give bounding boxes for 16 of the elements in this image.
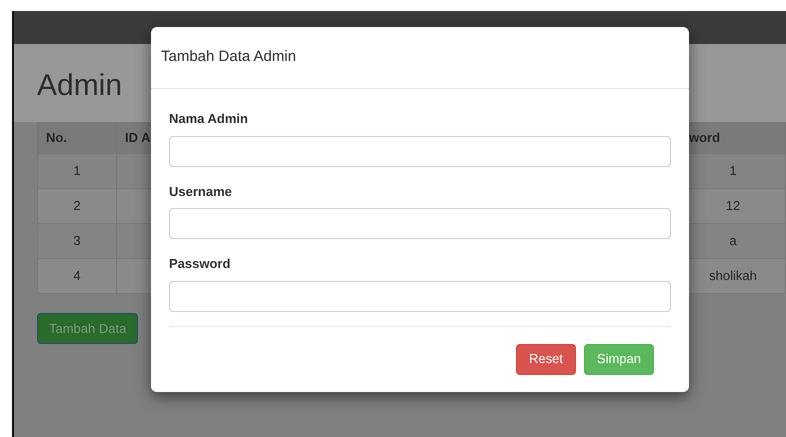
field-label: Password (169, 255, 232, 273)
column-header: No. (38, 123, 117, 154)
input-field[interactable] (169, 136, 671, 166)
field-label: Nama Admin (169, 110, 249, 128)
table-cell: 2 (38, 189, 117, 224)
page-heading: Admin (37, 68, 122, 104)
field-label: Username (169, 182, 233, 200)
table-cell: 1 (38, 154, 117, 189)
table-cell: 4 (38, 259, 117, 294)
input-field[interactable] (169, 208, 671, 239)
table-cell: 3 (38, 224, 117, 259)
modal-title: Tambah Data Admin (161, 47, 296, 68)
input-field[interactable] (169, 280, 671, 312)
save-button[interactable]: Simpan (584, 344, 654, 374)
add-data-button[interactable]: Tambah Data (37, 313, 138, 344)
reset-button[interactable]: Reset (516, 344, 576, 374)
